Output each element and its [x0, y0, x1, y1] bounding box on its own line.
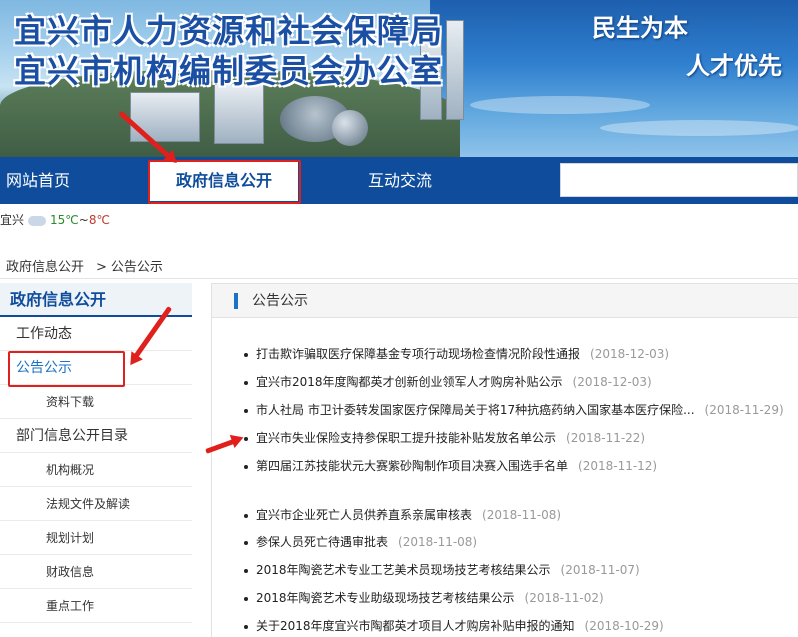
nav-home[interactable]: 网站首页	[6, 157, 70, 204]
header-banner: 宜兴市人力资源和社会保障局 宜兴市机构编制委员会办公室 民生为本 人才优先	[0, 0, 798, 157]
bullet-icon	[244, 513, 248, 518]
section-title: 公告公示	[252, 293, 308, 309]
divider	[0, 278, 798, 279]
breadcrumb-root[interactable]: 政府信息公开	[6, 260, 84, 275]
news-date: (2018-10-29)	[584, 619, 664, 633]
weather-low: 8℃	[88, 213, 110, 227]
list-item[interactable]: 宜兴市企业死亡人员供养直系亲属审核表 (2018-11-08)	[244, 506, 798, 523]
sidebar-item-plans[interactable]: 规划计划	[0, 521, 192, 555]
slogan-2: 人才优先	[686, 51, 782, 80]
news-title[interactable]: 第四届江苏技能状元大赛紫砂陶制作项目决赛入围选手名单	[256, 459, 568, 473]
search-input[interactable]	[560, 163, 798, 197]
news-date: (2018-11-29)	[704, 403, 784, 417]
banner-wave	[600, 120, 798, 136]
news-date: (2018-11-02)	[524, 591, 604, 605]
bullet-icon	[244, 380, 248, 385]
news-date: (2018-11-08)	[398, 535, 478, 549]
news-title[interactable]: 2018年陶瓷艺术专业工艺美术员现场技艺考核结果公示	[256, 563, 551, 577]
sidebar-item-regulations[interactable]: 法规文件及解读	[0, 487, 192, 521]
news-title[interactable]: 市人社局 市卫计委转发国家医疗保障局关于将17种抗癌药纳入国家基本医疗保险...	[256, 403, 695, 417]
news-date: (2018-12-03)	[590, 347, 670, 361]
annotation-box-sidebar	[8, 351, 125, 387]
list-item[interactable]: 宜兴市2018年度陶都英才创新创业领军人才购房补贴公示 (2018-12-03)	[244, 373, 798, 390]
news-date: (2018-11-22)	[566, 431, 646, 445]
sidebar: 政府信息公开 工作动态 公告公示 资料下载 部门信息公开目录 机构概况 法规文件…	[0, 283, 192, 637]
sidebar-item-key-work[interactable]: 重点工作	[0, 589, 192, 623]
breadcrumb-current: 公告公示	[110, 260, 163, 275]
bullet-icon	[244, 464, 248, 469]
sidebar-item-catalog[interactable]: 部门信息公开目录	[0, 419, 192, 453]
news-date: (2018-11-08)	[482, 508, 562, 522]
bullet-icon	[244, 596, 248, 601]
news-date: (2018-11-07)	[560, 563, 640, 577]
weather-high: 15℃	[50, 213, 79, 227]
bullet-icon	[244, 352, 248, 357]
site-title-line2: 宜兴市机构编制委员会办公室	[14, 52, 444, 90]
cloud-icon	[28, 215, 47, 226]
sidebar-item-finance[interactable]: 财政信息	[0, 555, 192, 589]
bullet-icon	[244, 408, 248, 413]
banner-dome	[332, 110, 368, 146]
news-title[interactable]: 宜兴市失业保险支持参保职工提升技能补贴发放名单公示	[256, 431, 556, 445]
nav-interaction[interactable]: 互动交流	[368, 157, 432, 204]
list-item[interactable]: 参保人员死亡待遇审批表 (2018-11-08)	[244, 533, 798, 550]
list-item[interactable]: 第四届江苏技能状元大赛紫砂陶制作项目决赛入围选手名单 (2018-11-12)	[244, 457, 798, 474]
news-date: (2018-12-03)	[572, 375, 652, 389]
news-title[interactable]: 关于2018年度宜兴市陶都英才项目人才购房补贴申报的通知	[256, 619, 575, 633]
bullet-icon	[244, 624, 248, 629]
section-marker	[234, 293, 238, 309]
news-title[interactable]: 2018年陶瓷艺术专业助级现场技艺考核结果公示	[256, 591, 515, 605]
banner-building	[214, 84, 264, 144]
list-item[interactable]: 市人社局 市卫计委转发国家医疗保障局关于将17种抗癌药纳入国家基本医疗保险...…	[244, 401, 798, 418]
banner-wave	[470, 96, 650, 114]
bullet-icon	[244, 568, 248, 573]
slogan-1: 民生为本	[592, 13, 688, 42]
news-title[interactable]: 打击欺诈骗取医疗保障基金专项行动现场检查情况阶段性通报	[256, 347, 580, 361]
sidebar-item-downloads[interactable]: 资料下载	[0, 385, 192, 419]
weather-city: 宜兴	[0, 213, 25, 227]
sidebar-item-work-news[interactable]: 工作动态	[0, 317, 192, 351]
weather-sep: ~	[78, 213, 89, 227]
list-item[interactable]: 关于2018年度宜兴市陶都英才项目人才购房补贴申报的通知 (2018-10-29)	[244, 617, 798, 634]
list-item[interactable]: 打击欺诈骗取医疗保障基金专项行动现场检查情况阶段性通报 (2018-12-03)	[244, 345, 798, 362]
banner-tower	[446, 20, 464, 120]
list-item[interactable]: 2018年陶瓷艺术专业助级现场技艺考核结果公示 (2018-11-02)	[244, 589, 798, 606]
list-item[interactable]: 2018年陶瓷艺术专业工艺美术员现场技艺考核结果公示 (2018-11-07)	[244, 561, 798, 578]
breadcrumb: 政府信息公开 > 公告公示	[6, 256, 163, 275]
news-title[interactable]: 宜兴市企业死亡人员供养直系亲属审核表	[256, 508, 472, 522]
list-item[interactable]: 宜兴市失业保险支持参保职工提升技能补贴发放名单公示 (2018-11-22)	[244, 429, 798, 446]
main-nav: 网站首页 政府信息公开 互动交流	[0, 157, 798, 204]
weather-widget: 宜兴 15℃~8℃	[0, 210, 110, 230]
panel-header: 公告公示	[212, 284, 798, 318]
sidebar-item-org-overview[interactable]: 机构概况	[0, 453, 192, 487]
news-title[interactable]: 宜兴市2018年度陶都英才创新创业领军人才购房补贴公示	[256, 375, 563, 389]
bullet-icon	[244, 540, 248, 545]
news-title[interactable]: 参保人员死亡待遇审批表	[256, 535, 388, 549]
breadcrumb-separator: >	[96, 260, 107, 275]
news-date: (2018-11-12)	[578, 459, 658, 473]
